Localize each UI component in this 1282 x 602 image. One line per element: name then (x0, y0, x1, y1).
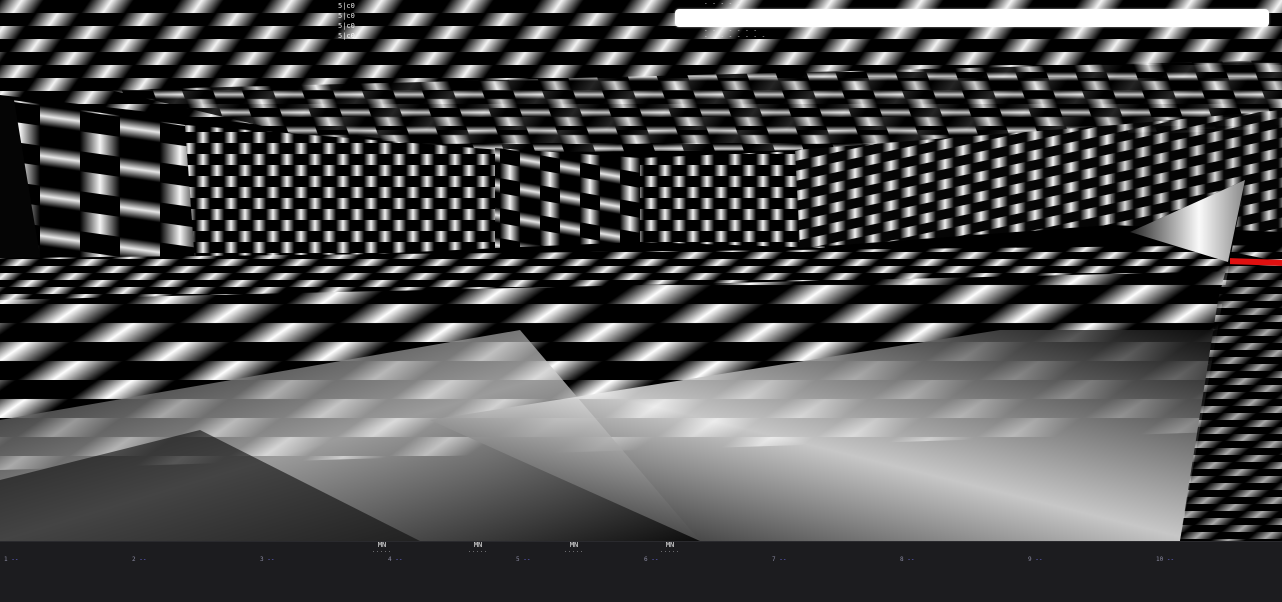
hotbar-slot-8[interactable]: 8 -- (896, 542, 1024, 602)
slot-key: 8 -- (900, 556, 915, 563)
debug-line: 5|c0 (338, 22, 355, 30)
hotbar-slot-2[interactable]: 2 -- (128, 542, 256, 602)
slot-tag: MN ..... (468, 541, 489, 554)
status-line: - - - - - (704, 0, 742, 7)
3d-scene (0, 0, 1282, 541)
slot-tag: MN ..... (660, 541, 681, 554)
slot-key: 3 -- (260, 556, 275, 563)
slot-key: 6 -- (644, 556, 659, 563)
slot-key: 2 -- (132, 556, 147, 563)
slot-key: 9 -- (1028, 556, 1043, 563)
status-text-bottom: - - - - - - - - - - - - - - - (704, 27, 766, 40)
game-window[interactable]: 5|c0 5|c0 5|c0 5|c0 - - - - - - - - - - … (0, 0, 1282, 602)
hotbar: 1 -- 2 -- 3 -- MN ..... 4 -- MN ..... 5 … (0, 541, 1282, 602)
debug-line: 5|c0 (338, 12, 355, 20)
hotbar-slot-4[interactable]: 4 -- MN ..... (384, 542, 512, 602)
slot-key: 5 -- (516, 556, 531, 563)
slot-key: 4 -- (388, 556, 403, 563)
hotbar-slot-1[interactable]: 1 -- (0, 542, 128, 602)
hotbar-slot-10[interactable]: 10 -- (1152, 542, 1280, 602)
hotbar-slot-7[interactable]: 7 -- (768, 542, 896, 602)
hotbar-slot-5[interactable]: 5 -- MN ..... (512, 542, 640, 602)
status-bar (675, 9, 1269, 27)
hotbar-slot-6[interactable]: 6 -- MN ..... (640, 542, 768, 602)
slot-key: 7 -- (772, 556, 787, 563)
status-line: - - - - - - - - (704, 33, 766, 40)
hotbar-slot-3[interactable]: 3 -- MN ..... (256, 542, 391, 602)
slot-key: 1 -- (4, 556, 19, 563)
debug-readout: 5|c0 5|c0 5|c0 5|c0 (338, 1, 355, 41)
status-text-top: - - - - - (704, 0, 742, 7)
debug-line: 5|c0 (338, 2, 355, 10)
left-wall (12, 100, 195, 268)
debug-line: 5|c0 (338, 32, 355, 40)
back-wall-center (495, 148, 640, 248)
slot-key: 10 -- (1156, 556, 1175, 563)
slot-tag: MN ..... (564, 541, 585, 554)
game-viewport[interactable]: 5|c0 5|c0 5|c0 5|c0 - - - - - - - - - - … (0, 0, 1282, 541)
hotbar-slot-9[interactable]: 9 -- (1024, 542, 1152, 602)
